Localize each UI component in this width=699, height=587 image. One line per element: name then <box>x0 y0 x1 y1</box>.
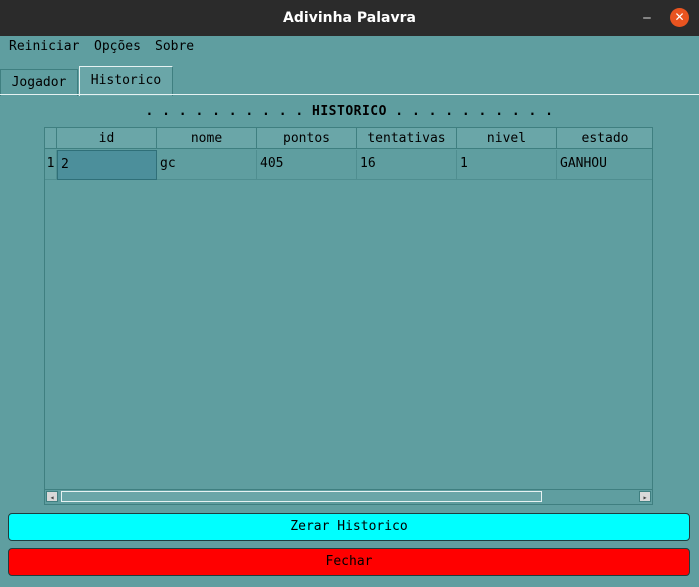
cell-tentativas[interactable]: 16 <box>357 150 457 180</box>
fechar-button[interactable]: Fechar <box>8 548 690 576</box>
cell-nome[interactable]: gc <box>157 150 257 180</box>
title-bar: Adivinha Palavra ‒ ✕ <box>0 0 699 36</box>
table-row[interactable]: 1 2 gc 405 16 1 GANHOU <box>45 150 652 180</box>
menu-reiniciar[interactable]: Reiniciar <box>9 39 79 55</box>
row-number: 1 <box>45 150 57 180</box>
menu-bar: Reiniciar Opções Sobre <box>0 36 699 58</box>
cell-estado[interactable]: GANHOU <box>557 150 652 180</box>
table-header: id nome pontos tentativas nivel estado <box>45 128 652 150</box>
scrollbar-thumb[interactable] <box>61 491 542 502</box>
menu-sobre[interactable]: Sobre <box>155 39 194 55</box>
column-header-nome[interactable]: nome <box>157 128 257 149</box>
cell-id[interactable]: 2 <box>57 150 157 180</box>
cell-pontos[interactable]: 405 <box>257 150 357 180</box>
zerar-historico-button[interactable]: Zerar Historico <box>8 513 690 541</box>
tab-bar: Jogador Historico <box>0 66 699 96</box>
minimize-icon[interactable]: ‒ <box>641 10 653 26</box>
historico-table[interactable]: id nome pontos tentativas nivel estado 1… <box>44 127 653 505</box>
window-title: Adivinha Palavra <box>283 10 416 26</box>
row-number-header <box>45 128 57 149</box>
historico-heading: . . . . . . . . . . HISTORICO . . . . . … <box>145 104 554 119</box>
cell-nivel[interactable]: 1 <box>457 150 557 180</box>
scroll-right-icon[interactable]: ▸ <box>639 491 651 502</box>
tab-jogador[interactable]: Jogador <box>0 69 78 96</box>
column-header-nivel[interactable]: nivel <box>457 128 557 149</box>
tab-divider <box>0 94 699 95</box>
horizontal-scrollbar[interactable]: ◂ ▸ <box>45 489 652 504</box>
scroll-left-icon[interactable]: ◂ <box>46 491 58 502</box>
column-header-estado[interactable]: estado <box>557 128 652 149</box>
tab-historico[interactable]: Historico <box>79 66 173 96</box>
column-header-tentativas[interactable]: tentativas <box>357 128 457 149</box>
column-header-id[interactable]: id <box>57 128 157 149</box>
column-header-pontos[interactable]: pontos <box>257 128 357 149</box>
menu-opcoes[interactable]: Opções <box>94 39 141 55</box>
close-icon[interactable]: ✕ <box>670 8 689 27</box>
